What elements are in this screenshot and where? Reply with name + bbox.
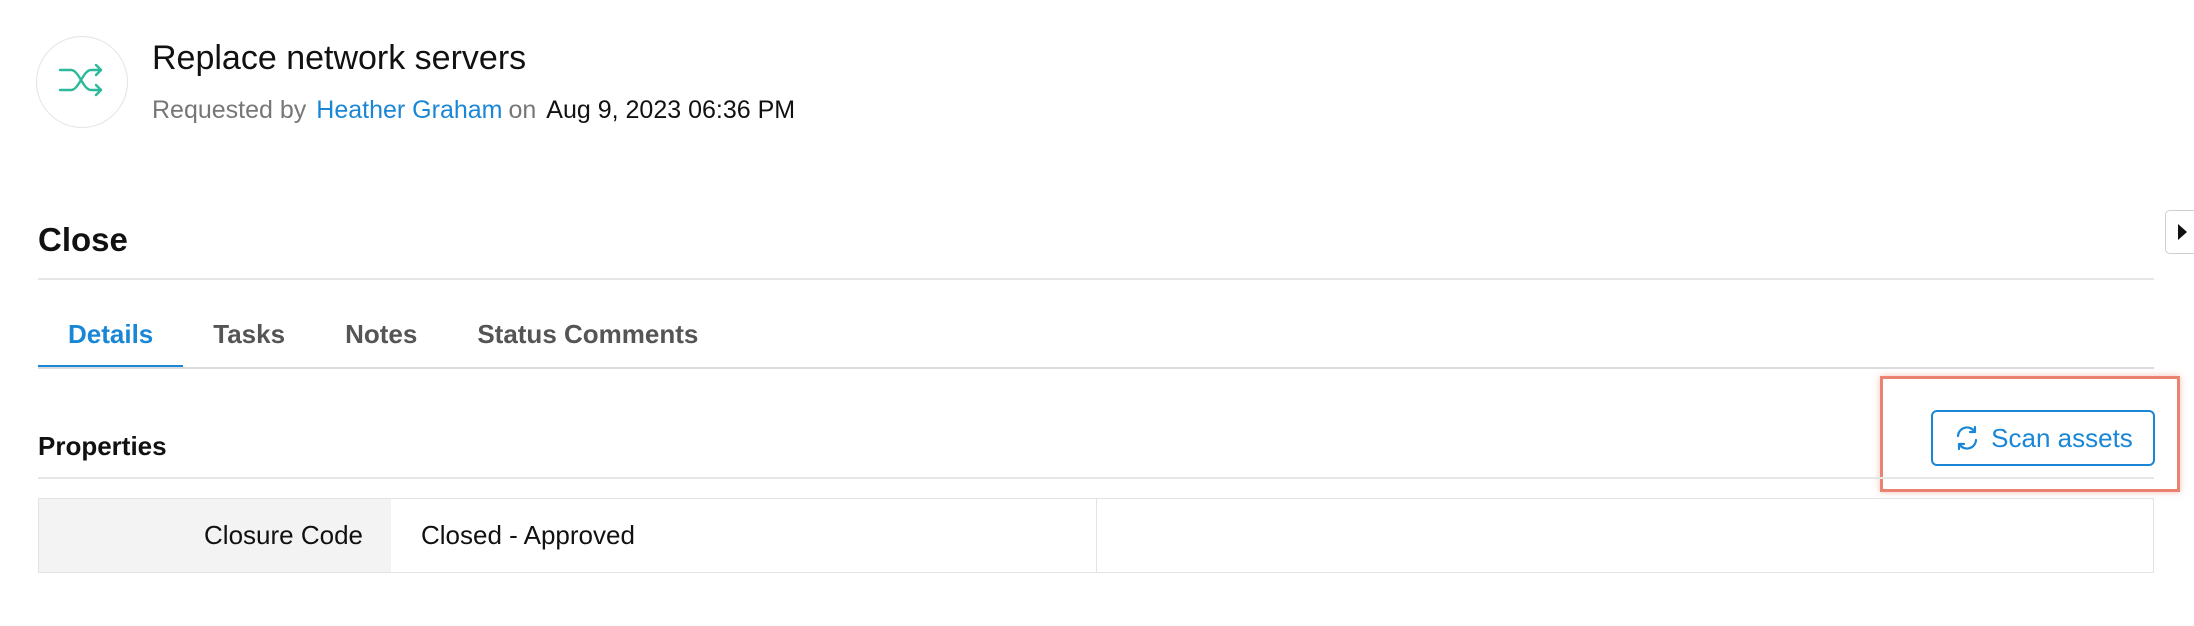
scan-assets-label: Scan assets	[1991, 422, 2133, 453]
closure-code-label: Closure Code	[39, 499, 391, 572]
shuffle-icon	[57, 60, 107, 105]
tab-bar: Details Tasks Notes Status Comments	[38, 305, 728, 369]
properties-divider	[38, 477, 2154, 479]
closure-code-value: Closed - Approved	[391, 499, 1097, 572]
tab-divider	[38, 367, 2154, 369]
section-title: Close	[38, 221, 128, 258]
tab-notes[interactable]: Notes	[315, 305, 447, 369]
section-divider	[38, 278, 2154, 280]
caret-right-icon	[2177, 224, 2187, 240]
tab-tasks[interactable]: Tasks	[183, 305, 315, 369]
request-type-avatar	[36, 36, 128, 128]
tab-details[interactable]: Details	[38, 305, 184, 369]
scan-assets-button[interactable]: Scan assets	[1931, 410, 2155, 466]
properties-title: Properties	[38, 431, 167, 461]
requested-by-label: Requested by	[152, 96, 307, 124]
requested-by-line: Requested by Heather Graham on Aug 9, 2023 …	[152, 92, 795, 128]
on-label: on	[508, 96, 537, 124]
request-title: Replace network servers	[152, 39, 527, 77]
refresh-icon	[1953, 424, 1981, 452]
requester-link[interactable]: Heather Graham	[316, 96, 502, 124]
tab-status-comments[interactable]: Status Comments	[447, 305, 728, 369]
empty-cell	[1097, 499, 2153, 572]
side-panel-toggle[interactable]	[2165, 210, 2194, 254]
properties-table: Closure Code Closed - Approved	[38, 498, 2154, 573]
request-datetime: Aug 9, 2023 06:36 PM	[546, 96, 796, 124]
